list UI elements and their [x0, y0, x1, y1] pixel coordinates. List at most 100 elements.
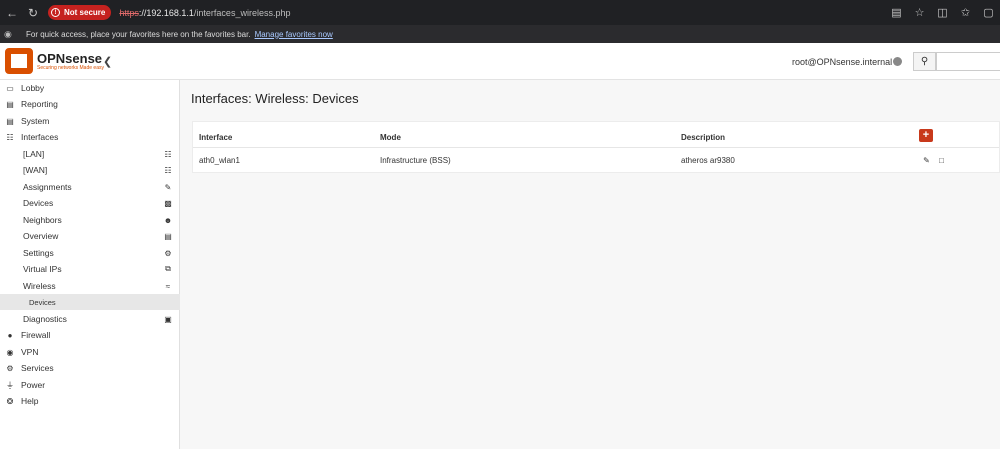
sidebar-item-help[interactable]: ❂ Help	[0, 393, 180, 409]
search-icon[interactable]: ⚲	[913, 52, 936, 71]
sidebar-item-label: Wireless	[23, 281, 56, 291]
sitemap-icon: ☷	[6, 132, 14, 142]
medkit-icon: ▣	[164, 314, 172, 324]
sidebar-item-label: [LAN]	[23, 149, 45, 159]
sidebar-item-wireless[interactable]: Wireless ≈	[0, 278, 180, 294]
logo-name: OPNsense	[37, 50, 103, 66]
lifebuoy-icon: ❂	[6, 396, 14, 406]
favorites-bar-icon: ◉	[4, 28, 12, 39]
collections-icon[interactable]: ▢	[981, 4, 996, 20]
sidebar-item-label: Devices	[29, 297, 56, 307]
users-icon: ☻	[163, 215, 173, 225]
sitemap-icon: ☷	[164, 149, 172, 159]
sitemap-icon: ☷	[164, 165, 172, 175]
sidebar-item-label: Settings	[23, 248, 54, 258]
globe-icon: ◉	[6, 347, 14, 357]
cell-mode: Infrastructure (BSS)	[380, 156, 451, 165]
split-screen-icon[interactable]: ◫	[935, 4, 950, 20]
sidebar-item-reporting[interactable]: ▤ Reporting	[0, 96, 180, 112]
pencil-icon: ✎	[164, 182, 172, 192]
favorites-icon[interactable]: ✩	[958, 4, 973, 20]
manage-favorites-link[interactable]: Manage favorites now	[255, 30, 333, 39]
sidebar: ▭ Lobby ▤ Reporting ▤ System ☷ Interfaces [L…	[0, 80, 180, 449]
not-secure-badge[interactable]: ! Not secure	[48, 5, 112, 20]
sidebar-item-label: Lobby	[21, 83, 45, 93]
search-input[interactable]	[936, 52, 1000, 71]
sidebar-item-settings[interactable]: Settings ⚙	[0, 245, 180, 261]
sidebar-item-wireless-devices[interactable]: Devices	[0, 294, 180, 310]
favorite-star-icon[interactable]: ☆	[912, 4, 927, 20]
sidebar-item-firewall[interactable]: ● Firewall	[0, 327, 180, 343]
sidebar-item-label: Reporting	[21, 99, 58, 109]
warning-icon: !	[51, 8, 60, 17]
sidebar-item-label: Overview	[23, 231, 59, 241]
sidebar-item-lobby[interactable]: ▭ Lobby	[0, 80, 180, 96]
column-header-mode[interactable]: Mode	[380, 133, 401, 142]
url-path: /interfaces_wireless.php	[193, 7, 291, 18]
column-header-description[interactable]: Description	[681, 133, 725, 142]
sidebar-item-label: Power	[21, 380, 46, 390]
sidebar-item-devices[interactable]: Devices ▩	[0, 195, 180, 211]
sidebar-item-overview[interactable]: Overview ▤	[0, 228, 180, 244]
not-secure-label: Not secure	[64, 8, 106, 17]
trash-icon[interactable]: □	[936, 155, 947, 166]
browser-toolbar: ← ↻ ! Not secure https://192.168.1.1/int…	[0, 0, 1000, 25]
url-host: ://192.168.1.1	[138, 7, 194, 18]
reload-icon[interactable]: ↻	[24, 4, 42, 22]
chart-icon: ▤	[6, 99, 14, 109]
cogs-icon: ⚙	[164, 248, 172, 258]
sidebar-item-vpn[interactable]: ◉ VPN	[0, 344, 180, 360]
sidebar-item-label: Devices	[23, 198, 54, 208]
favorites-bar: ◉ For quick access, place your favorites…	[0, 25, 1000, 43]
user-label[interactable]: root@OPNsense.internal	[792, 57, 892, 67]
sidebar-item-interfaces[interactable]: ☷ Interfaces	[0, 129, 180, 145]
back-icon[interactable]: ←	[3, 4, 21, 22]
sidebar-item-diagnostics[interactable]: Diagnostics ▣	[0, 311, 180, 327]
sidebar-item-label: Diagnostics	[23, 314, 67, 324]
column-header-interface[interactable]: Interface	[199, 133, 232, 142]
sidebar-item-neighbors[interactable]: Neighbors ☻	[0, 212, 180, 228]
sidebar-item-label: Firewall	[21, 330, 51, 340]
laptop-icon: ▭	[6, 83, 14, 93]
sidebar-item-power[interactable]: ⏚ Power	[0, 377, 180, 393]
logo-tagline: Securing networks Made easy	[37, 64, 104, 71]
header-divider	[193, 147, 999, 148]
server-icon: ▤	[6, 116, 14, 126]
sidebar-item-assignments[interactable]: Assignments ✎	[0, 179, 180, 195]
sidebar-item-lan[interactable]: [LAN] ☷	[0, 146, 180, 162]
add-device-button[interactable]: +	[919, 129, 933, 142]
sidebar-item-services[interactable]: ⚙ Services	[0, 360, 180, 376]
edit-icon[interactable]: ✎	[921, 155, 932, 166]
sidebar-item-label: Neighbors	[23, 215, 62, 225]
sidebar-item-label: Help	[21, 396, 39, 406]
sidebar-item-label: Virtual IPs	[23, 264, 62, 274]
sidebar-item-label: Assignments	[23, 182, 72, 192]
sidebar-item-label: [WAN]	[23, 165, 48, 175]
browser-actions: ▤ ☆ ◫ ✩ ▢	[889, 4, 996, 20]
sidebar-item-wan[interactable]: [WAN] ☷	[0, 162, 180, 178]
sidebar-item-label: System	[21, 116, 50, 126]
app-header: OPNsense Securing networks Made easy ❮ r…	[0, 43, 1000, 80]
tasks-icon: ▤	[164, 231, 172, 241]
page-title: Interfaces: Wireless: Devices	[191, 91, 359, 106]
status-indicator-icon[interactable]	[893, 57, 902, 66]
clone-icon: ⧉	[165, 264, 171, 273]
wifi-icon: ≈	[165, 281, 171, 291]
fire-icon: ●	[7, 330, 13, 340]
sidebar-item-system[interactable]: ▤ System	[0, 113, 180, 129]
address-bar[interactable]: https://192.168.1.1/interfaces_wireless.…	[119, 8, 290, 18]
logo-mark-icon	[5, 48, 33, 74]
archive-icon: ▩	[164, 198, 172, 208]
cell-description: atheros ar9380	[681, 156, 735, 165]
sidebar-item-label: Interfaces	[21, 132, 59, 142]
favorites-hint: For quick access, place your favorites h…	[26, 29, 251, 39]
sidebar-item-label: VPN	[21, 347, 39, 357]
url-scheme: https	[119, 7, 139, 18]
cell-interface: ath0_wlan1	[199, 156, 240, 165]
reader-icon[interactable]: ▤	[889, 4, 904, 20]
sidebar-item-virtual-ips[interactable]: Virtual IPs ⧉	[0, 261, 180, 277]
opnsense-logo[interactable]: OPNsense Securing networks Made easy	[5, 48, 104, 74]
cog-icon: ⚙	[6, 363, 14, 373]
collapse-sidebar-icon[interactable]: ❮	[103, 55, 112, 68]
plug-icon: ⏚	[6, 380, 14, 390]
